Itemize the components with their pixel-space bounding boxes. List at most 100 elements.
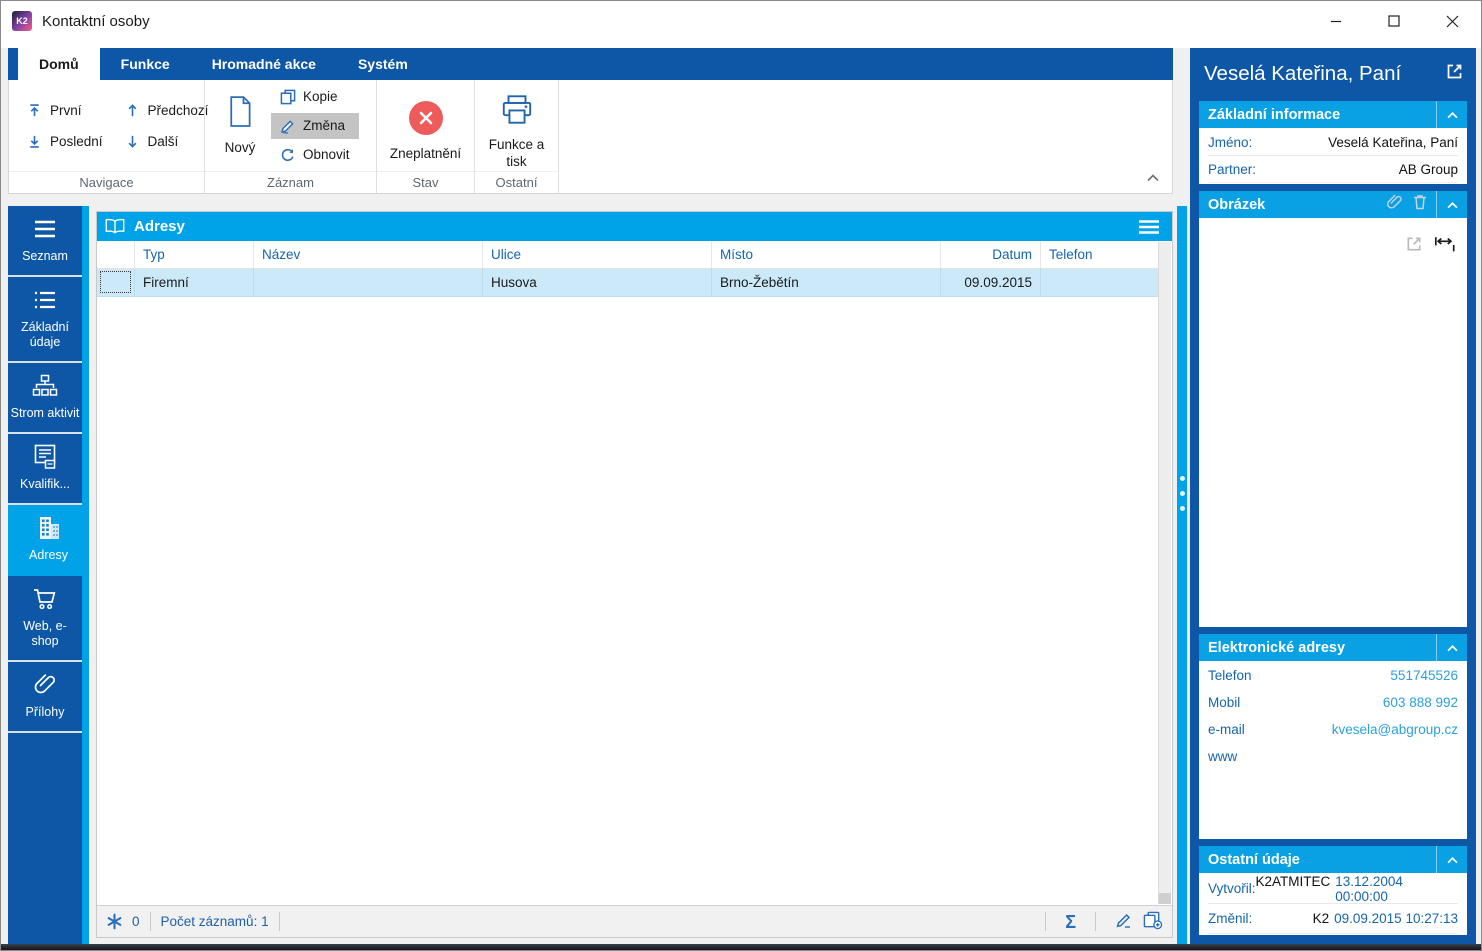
field-label: e-mail [1208, 722, 1245, 737]
cell-datum[interactable]: 09.09.2015 [941, 269, 1041, 296]
section-header[interactable]: Obrázek [1199, 191, 1467, 218]
copy-add-icon [1143, 911, 1163, 929]
cell-misto[interactable]: Brno-Žebětín [712, 269, 941, 296]
row-selection-marker [100, 271, 131, 293]
header-typ[interactable]: Typ [135, 241, 254, 268]
detail-panel-title: Veselá Kateřina, Paní [1204, 62, 1402, 85]
header-datum[interactable]: Datum [941, 241, 1041, 268]
field-value[interactable]: kvesela@abgroup.cz [1332, 722, 1458, 737]
open-picture-button[interactable] [1405, 235, 1423, 258]
section-header[interactable]: Ostatní údaje [1199, 846, 1467, 873]
refresh-record-button[interactable]: Obnovit [271, 142, 359, 168]
sidebar-item-web-eshop[interactable]: Web, e-shop [8, 576, 82, 662]
copy-record-button[interactable]: Kopie [271, 84, 359, 110]
section-basic-info: Základní informace Jméno: Veselá Kateřin… [1199, 101, 1467, 184]
arrow-up-icon [128, 103, 136, 116]
window-bottom-edge [1, 944, 1481, 950]
sidebar-item-strom-aktivit[interactable]: Strom aktivit [8, 363, 82, 434]
section-title: Obrázek [1208, 196, 1266, 213]
cell-telefon[interactable] [1041, 269, 1159, 296]
maximize-button[interactable] [1365, 1, 1423, 41]
sidebar-item-adresy[interactable]: Adresy [8, 505, 89, 576]
field-value[interactable]: 551745526 [1390, 668, 1458, 683]
first-record-label: První [50, 102, 82, 118]
sidebar-item-label: Kvalifik... [19, 477, 70, 491]
previous-record-button[interactable]: Předchozí [121, 97, 213, 123]
tab-hromadne-akce[interactable]: Hromadné akce [191, 48, 337, 80]
functions-print-button[interactable]: Funkce a tisk [478, 81, 556, 170]
collapse-section-button[interactable] [1436, 101, 1467, 128]
vertical-scrollbar[interactable] [1158, 242, 1171, 904]
field-vytvoril: Vytvořil: K2ATMITEC 13.12.2004 00:00:00 [1208, 874, 1458, 904]
section-header[interactable]: Základní informace [1199, 101, 1467, 128]
header-nazev[interactable]: Název [254, 241, 483, 268]
scrollbar-end-box[interactable] [1159, 893, 1171, 904]
tab-system[interactable]: Systém [337, 48, 429, 80]
header-telefon[interactable]: Telefon [1041, 241, 1159, 268]
minimize-button[interactable] [1307, 1, 1365, 41]
functions-print-label: Funkce a tisk [488, 137, 545, 169]
grid-menu-button[interactable] [1137, 219, 1165, 235]
collapse-section-button[interactable] [1436, 634, 1467, 661]
new-record-label: Nový [224, 139, 256, 155]
chevron-up-icon [1446, 111, 1458, 118]
field-value[interactable]: 603 888 992 [1383, 695, 1458, 710]
row-selector-cell[interactable] [97, 269, 135, 296]
add-view-button[interactable] [1142, 911, 1163, 933]
last-record-label: Poslední [50, 133, 103, 149]
invalidate-red-x-icon [408, 100, 443, 135]
first-record-button[interactable]: První [23, 97, 107, 123]
field-email: e-mail kvesela@abgroup.cz [1208, 716, 1458, 743]
fit-width-icon [1435, 236, 1455, 251]
ribbon-group-navigace: První Poslední Předchozí Další Navigace [9, 80, 208, 193]
quick-edit-button[interactable] [1115, 911, 1133, 932]
new-record-button[interactable]: Nový [209, 84, 271, 168]
table-row[interactable]: Firemní Husova Brno-Žebětín 09.09.2015 [97, 269, 1159, 297]
field-www: www [1208, 743, 1458, 770]
panel-splitter[interactable] [1177, 206, 1187, 944]
tab-funkce[interactable]: Funkce [100, 48, 191, 80]
picture-area [1199, 218, 1467, 627]
maximize-icon [1388, 15, 1400, 27]
collapse-section-button[interactable] [1436, 846, 1467, 873]
invalidate-button[interactable]: Zneplatnění [380, 90, 472, 162]
header-misto[interactable]: Místo [712, 241, 941, 268]
ribbon-empty-area [559, 80, 1172, 193]
sidebar-item-label: Základní údaje [21, 320, 69, 349]
sum-button[interactable]: Σ [1065, 913, 1076, 931]
section-other-data: Ostatní údaje Vytvořil: K2ATMITEC 13.12.… [1199, 846, 1467, 935]
delete-picture-button[interactable] [1413, 194, 1427, 215]
section-header[interactable]: Elektronické adresy [1199, 634, 1467, 661]
next-record-button[interactable]: Další [121, 128, 213, 154]
field-value: AB Group [1398, 161, 1458, 177]
sidebar-item-kvalifikace[interactable]: Kvalifik... [8, 434, 82, 505]
open-detail-button[interactable] [1445, 62, 1464, 86]
cell-nazev[interactable] [254, 269, 483, 296]
header-ulice[interactable]: Ulice [483, 241, 712, 268]
last-record-button[interactable]: Poslední [23, 128, 107, 154]
group-label-stav: Stav [377, 171, 474, 193]
detail-panel: Veselá Kateřina, Paní Základní informace… [1190, 48, 1476, 944]
tab-domu[interactable]: Domů [18, 48, 100, 80]
field-label: Partner: [1208, 161, 1257, 177]
left-sidebar: Seznam Základní údaje Strom aktivit Kval… [8, 206, 89, 944]
change-record-button[interactable]: Změna [271, 112, 359, 139]
refresh-record-label: Obnovit [303, 147, 350, 162]
chevron-up-icon [1446, 856, 1458, 863]
previous-record-label: Předchozí [147, 102, 209, 118]
fit-width-button[interactable] [1434, 236, 1456, 258]
sidebar-item-zakladni-udaje[interactable]: Základní údaje [8, 277, 82, 363]
app-window: K2 Kontaktní osoby Domů Funkce Hromadné … [0, 0, 1482, 951]
close-button[interactable] [1423, 1, 1481, 41]
collapse-section-button[interactable] [1436, 191, 1467, 218]
certificate-icon [33, 444, 57, 470]
field-telefon: Telefon 551745526 [1208, 662, 1458, 689]
separator [1095, 912, 1096, 931]
attach-picture-button[interactable] [1386, 194, 1403, 216]
cart-icon [32, 586, 58, 612]
sidebar-item-prilohy[interactable]: Přílohy [8, 662, 82, 733]
sidebar-item-seznam[interactable]: Seznam [8, 206, 82, 277]
cell-ulice[interactable]: Husova [483, 269, 712, 296]
collapse-ribbon-button[interactable] [1146, 169, 1160, 187]
cell-typ[interactable]: Firemní [135, 269, 254, 296]
